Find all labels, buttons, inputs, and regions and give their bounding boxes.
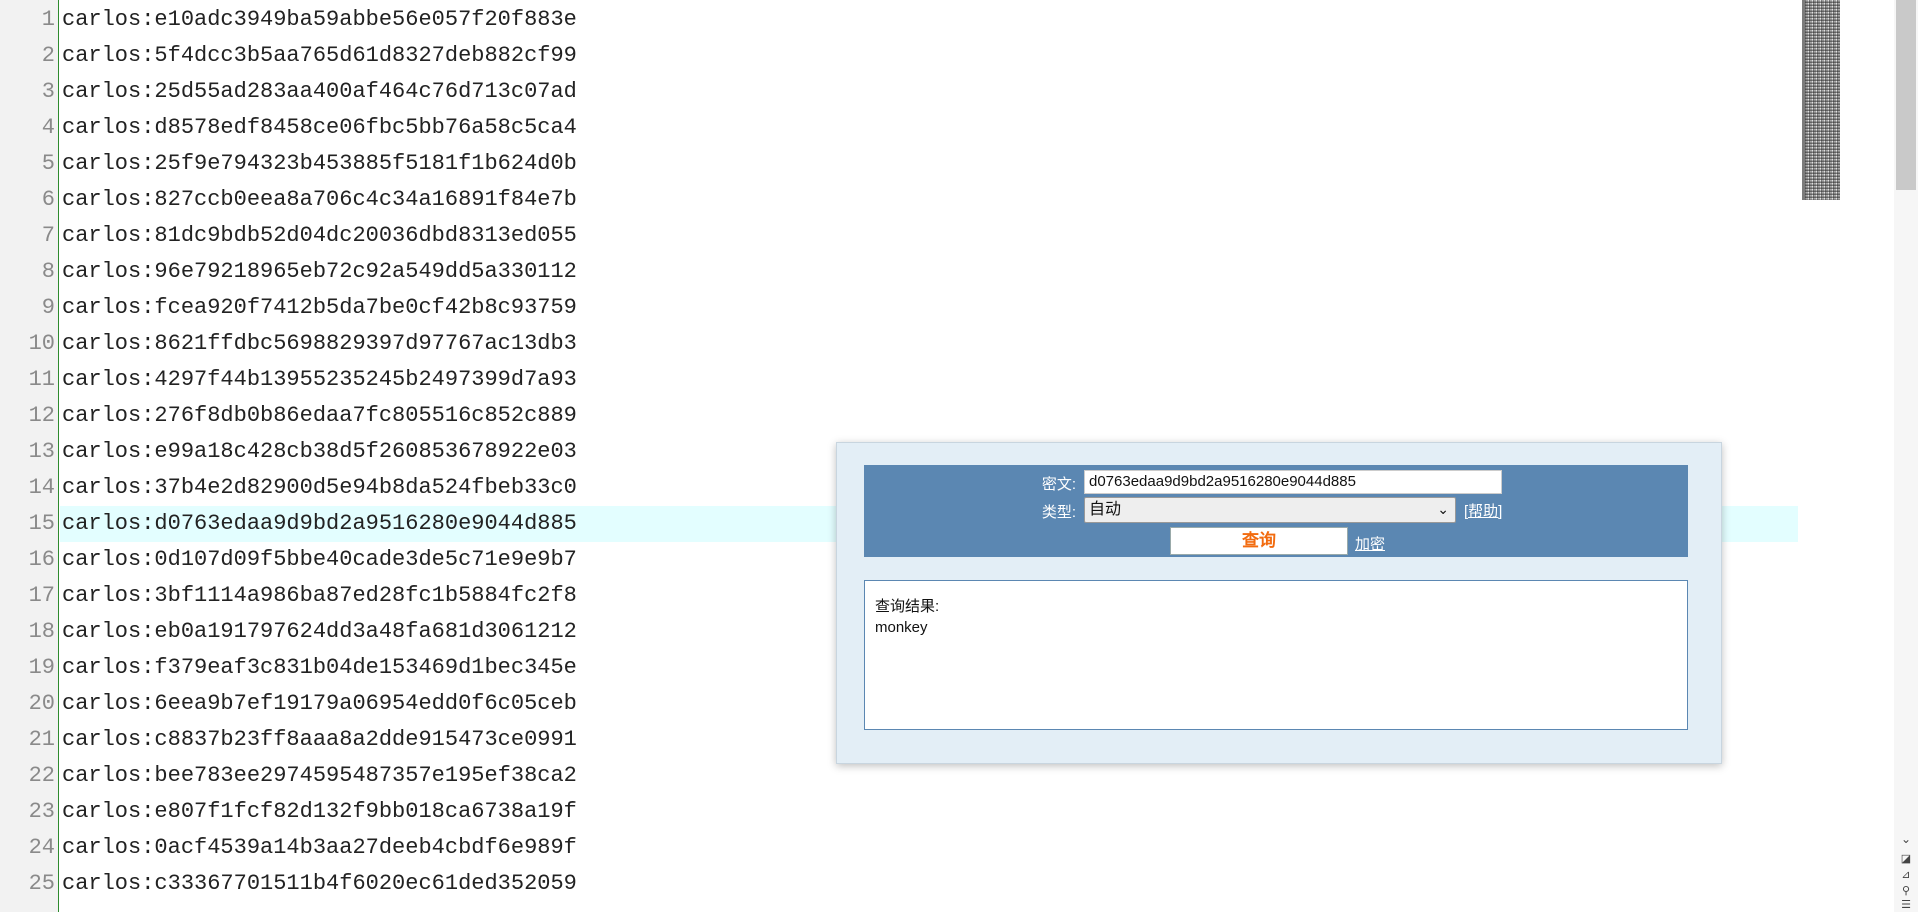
line-number: 8 <box>41 259 55 284</box>
editor-line[interactable]: 7 carlos:81dc9bdb52d04dc20036dbd8313ed055 <box>0 218 1800 254</box>
line-text[interactable]: carlos:3bf1114a986ba87ed28fc1b5884fc2f8 <box>62 578 577 614</box>
line-number: 7 <box>41 223 55 248</box>
line-number: 16 <box>28 547 55 572</box>
line-text[interactable]: carlos:e10adc3949ba59abbe56e057f20f883e <box>62 2 577 38</box>
line-number: 10 <box>28 331 55 356</box>
list-icon[interactable]: ☰ <box>1898 898 1914 912</box>
line-text[interactable]: carlos:37b4e2d82900d5e94b8da524fbeb33c0 <box>62 470 577 506</box>
line-text[interactable]: carlos:e99a18c428cb38d5f260853678922e03 <box>62 434 577 470</box>
line-number: 14 <box>28 475 55 500</box>
line-text[interactable]: carlos:0d107d09f5bbe40cade3de5c71e9e9b7 <box>62 542 577 578</box>
line-text[interactable]: carlos:fcea920f7412b5da7be0cf42b8c93759 <box>62 290 577 326</box>
bookmark-icon[interactable]: ◪ <box>1898 852 1914 866</box>
editor-line[interactable]: 10 carlos:8621ffdbc5698829397d97767ac13db… <box>0 326 1800 362</box>
help-link[interactable]: [帮助] <box>1464 500 1502 521</box>
query-form: 密文: d0763edaa9d9bd2a9516280e9044d885 类型:… <box>864 465 1688 557</box>
line-number: 15 <box>28 511 55 536</box>
line-text[interactable]: carlos:f379eaf3c831b04de153469d1bec345e <box>62 650 577 686</box>
type-label: 类型: <box>1041 504 1076 521</box>
line-number: 9 <box>41 295 55 320</box>
search-icon[interactable]: ⚲ <box>1898 884 1914 898</box>
chevron-down-icon: ⌄ <box>1437 502 1449 518</box>
line-text[interactable]: carlos:d0763edaa9d9bd2a9516280e9044d885 <box>62 506 577 542</box>
line-text[interactable]: carlos:4297f44b13955235245b2497399d7a93 <box>62 362 577 398</box>
line-text[interactable]: carlos:827ccb0eea8a706c4c34a16891f84e7b <box>62 182 577 218</box>
line-text[interactable]: carlos:6eea9b7ef19179a06954edd0f6c05ceb <box>62 686 577 722</box>
line-number: 23 <box>28 799 55 824</box>
line-text[interactable]: carlos:25d55ad283aa400af464c76d713c07ad <box>62 74 577 110</box>
line-number: 4 <box>41 115 55 140</box>
result-label: 查询结果: <box>875 598 940 615</box>
editor-line[interactable]: 25 carlos:c33367701511b4f6020ec61ded35205… <box>0 866 1800 902</box>
line-number: 20 <box>28 691 55 716</box>
line-number: 17 <box>28 583 55 608</box>
line-text[interactable]: carlos:c8837b23ff8aaa8a2dde915473ce0991 <box>62 722 577 758</box>
line-number: 1 <box>41 7 55 32</box>
line-text[interactable]: carlos:276f8db0b86edaa7fc805516c852c889 <box>62 398 577 434</box>
document-minimap[interactable] <box>1802 0 1840 200</box>
line-number: 25 <box>28 871 55 896</box>
scrollbar-thumb[interactable] <box>1896 0 1916 190</box>
line-text[interactable]: carlos:5f4dcc3b5aa765d61d8327deb882cf99 <box>62 38 577 74</box>
editor-line[interactable]: 9 carlos:fcea920f7412b5da7be0cf42b8c93759 <box>0 290 1800 326</box>
editor-line[interactable]: 1 carlos:e10adc3949ba59abbe56e057f20f883e <box>0 2 1800 38</box>
line-text[interactable]: carlos:d8578edf8458ce06fbc5bb76a58c5ca4 <box>62 110 577 146</box>
editor-line[interactable]: 24 carlos:0acf4539a14b3aa27deeb4cbdf6e989… <box>0 830 1800 866</box>
line-text[interactable]: carlos:c33367701511b4f6020ec61ded352059 <box>62 866 577 902</box>
line-number: 2 <box>41 43 55 68</box>
line-number: 18 <box>28 619 55 644</box>
line-text[interactable]: carlos:8621ffdbc5698829397d97767ac13db3 <box>62 326 577 362</box>
line-number: 21 <box>28 727 55 752</box>
result-value: monkey <box>875 619 928 636</box>
type-select-value: 自动 <box>1089 501 1122 518</box>
line-number: 5 <box>41 151 55 176</box>
editor-line[interactable]: 8 carlos:96e79218965eb72c92a549dd5a330112 <box>0 254 1800 290</box>
editor-line[interactable]: 23 carlos:e807f1fcf82d132f9bb018ca6738a19… <box>0 794 1800 830</box>
line-number: 13 <box>28 439 55 464</box>
line-number: 22 <box>28 763 55 788</box>
editor-line[interactable]: 5 carlos:25f9e794323b453885f5181f1b624d0b <box>0 146 1800 182</box>
line-text[interactable]: carlos:25f9e794323b453885f5181f1b624d0b <box>62 146 577 182</box>
hash-lookup-panel: 密文: d0763edaa9d9bd2a9516280e9044d885 类型:… <box>836 442 1722 764</box>
line-number: 11 <box>28 367 55 392</box>
line-text[interactable]: carlos:eb0a191797624dd3a48fa681d3061212 <box>62 614 577 650</box>
line-text[interactable]: carlos:bee783ee2974595487357e195ef38ca2 <box>62 758 577 794</box>
ciphertext-input[interactable]: d0763edaa9d9bd2a9516280e9044d885 <box>1084 470 1502 494</box>
editor-line[interactable]: 6 carlos:827ccb0eea8a706c4c34a16891f84e7b <box>0 182 1800 218</box>
line-text[interactable]: carlos:e807f1fcf82d132f9bb018ca6738a19f <box>62 794 577 830</box>
line-text[interactable]: carlos:96e79218965eb72c92a549dd5a330112 <box>62 254 577 290</box>
line-number: 6 <box>41 187 55 212</box>
line-number: 19 <box>28 655 55 680</box>
zoom-icon[interactable]: ⊿ <box>1898 868 1914 882</box>
chevron-down-icon[interactable]: ⌄ <box>1898 832 1914 846</box>
encrypt-link[interactable]: 加密 <box>1355 533 1385 554</box>
editor-line[interactable]: 3 carlos:25d55ad283aa400af464c76d713c07ad <box>0 74 1800 110</box>
editor-line[interactable]: 2 carlos:5f4dcc3b5aa765d61d8327deb882cf99 <box>0 38 1800 74</box>
line-number: 24 <box>28 835 55 860</box>
query-button[interactable]: 查询 <box>1170 527 1348 555</box>
line-text[interactable]: carlos:81dc9bdb52d04dc20036dbd8313ed055 <box>62 218 577 254</box>
editor-line[interactable]: 4 carlos:d8578edf8458ce06fbc5bb76a58c5ca4 <box>0 110 1800 146</box>
editor-line[interactable]: 11 carlos:4297f44b13955235245b2497399d7a9… <box>0 362 1800 398</box>
line-number: 3 <box>41 79 55 104</box>
line-text[interactable]: carlos:0acf4539a14b3aa27deeb4cbdf6e989f <box>62 830 577 866</box>
result-box: 查询结果: monkey <box>864 580 1688 730</box>
line-number: 12 <box>28 403 55 428</box>
editor-line[interactable]: 12 carlos:276f8db0b86edaa7fc805516c852c88… <box>0 398 1800 434</box>
cipher-label: 密文: <box>1041 476 1076 493</box>
hash-type-select[interactable]: 自动 ⌄ <box>1084 497 1456 523</box>
